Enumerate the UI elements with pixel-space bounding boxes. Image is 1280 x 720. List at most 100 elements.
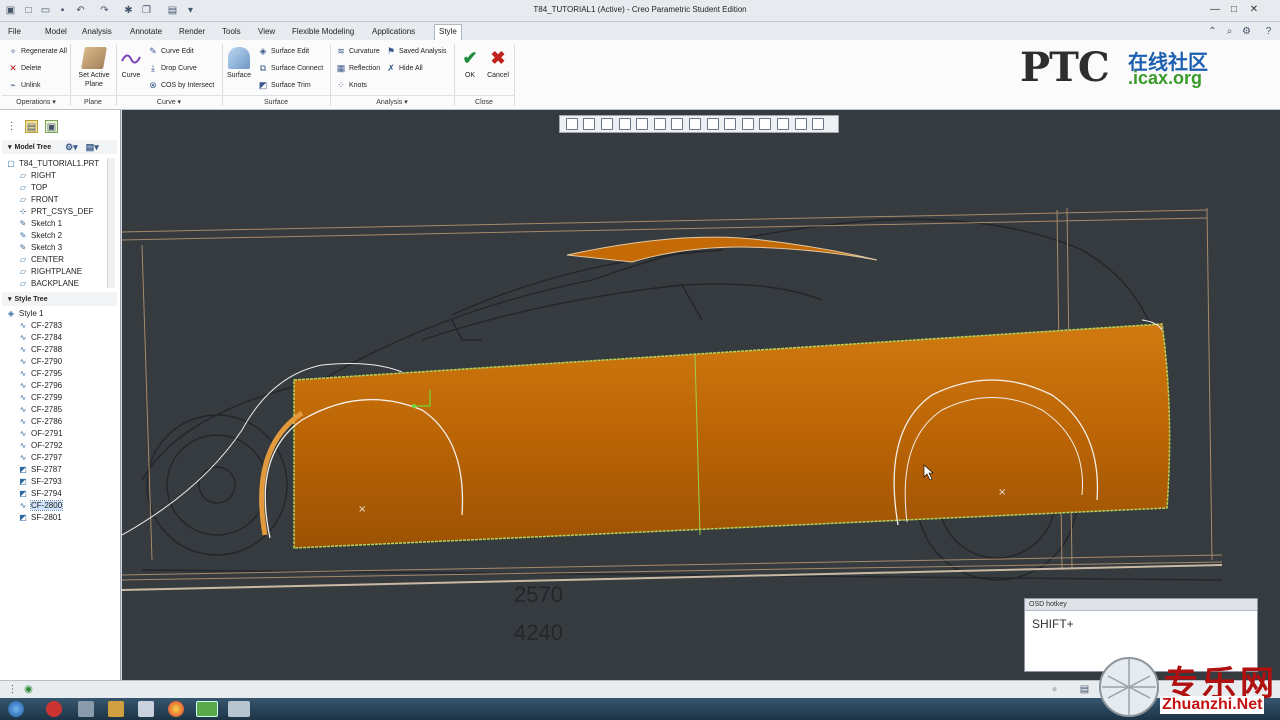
tree-item-sketch[interactable]: ✎ Sketch 2 <box>18 230 63 241</box>
display-style-icon[interactable] <box>636 118 649 130</box>
dropdown-icon[interactable]: ⌃ <box>1206 25 1219 38</box>
curve-button[interactable]: Curve <box>117 47 145 80</box>
roof-surface[interactable] <box>566 236 878 263</box>
tab-style[interactable]: Style <box>434 24 462 40</box>
annotation-display-icon[interactable] <box>724 118 737 130</box>
chrome-icon[interactable] <box>168 701 184 717</box>
reflection-button[interactable]: ▦ Reflection <box>336 63 380 73</box>
tree-item-style-root[interactable]: ◈ Style 1 <box>6 308 44 319</box>
datum-display-icon[interactable] <box>706 118 719 130</box>
saved-views-icon[interactable] <box>653 118 666 130</box>
surface-button[interactable]: Surface <box>224 47 254 80</box>
tab-flexible-modeling[interactable]: Flexible Modeling <box>288 25 358 38</box>
tree-item-datum-plane[interactable]: ▱ RIGHTPLANE <box>18 266 82 277</box>
help-icon[interactable]: ? <box>1262 25 1275 38</box>
plane-display-icon[interactable] <box>794 118 807 130</box>
tree-item-csys[interactable]: ⊹ PRT_CSYS_DEF <box>18 206 94 217</box>
point-display-icon[interactable] <box>759 118 772 130</box>
tree-item-datum-plane[interactable]: ▱ BACKPLANE <box>18 278 79 289</box>
zoom-out-icon[interactable] <box>600 118 613 130</box>
close-button[interactable]: ✕ <box>1246 3 1262 17</box>
folder-browser-icon[interactable]: ▤ <box>25 120 38 133</box>
group-operations[interactable]: Operations ▾ <box>2 95 70 109</box>
surface-connect-button[interactable]: ⧉ Surface Connect <box>258 63 323 73</box>
model-tree-scrollbar[interactable] <box>107 158 115 288</box>
spin-center-icon[interactable] <box>741 118 754 130</box>
tab-analysis[interactable]: Analysis <box>78 25 116 38</box>
delete-button[interactable]: ✕ Delete <box>8 63 41 73</box>
model-canvas[interactable]: × × <box>122 110 1280 680</box>
style-tree-header[interactable]: ▾ Style Tree <box>2 292 117 306</box>
ok-button[interactable]: ✔ OK <box>458 47 482 80</box>
set-active-plane-button[interactable]: Set Active Plane <box>76 47 112 89</box>
tree-item-curve[interactable]: ∿ CF-2786 <box>18 416 62 427</box>
graphics-area[interactable]: × × 2570 4240 OSD hotkey SHIFT+ <box>122 110 1280 680</box>
drop-curve-button[interactable]: ⤓ Drop Curve <box>148 63 197 73</box>
tab-view[interactable]: View <box>254 25 279 38</box>
tree-item-datum-plane[interactable]: ▱ CENTER <box>18 254 64 265</box>
cos-by-intersect-button[interactable]: ⊗ COS by Intersect <box>148 80 214 90</box>
tree-item-surface[interactable]: ◩ SF-2794 <box>18 488 61 499</box>
tree-item-datum-plane[interactable]: ▱ FRONT <box>18 194 59 205</box>
tree-item-surface[interactable]: ◩ SF-2793 <box>18 476 61 487</box>
tree-item-curve[interactable]: ∿ CF-2796 <box>18 380 62 391</box>
taskbar-app-icon[interactable] <box>78 701 94 717</box>
saved-analysis-button[interactable]: ⚑ Saved Analysis <box>386 46 447 56</box>
browser-toggle-icon[interactable]: ◉ <box>22 683 35 696</box>
maximize-button[interactable]: □ <box>1226 3 1242 17</box>
side-surface[interactable] <box>293 323 1171 549</box>
hide-all-button[interactable]: ✗ Hide All <box>386 63 423 73</box>
tree-item-curve[interactable]: ∿ CF-2799 <box>18 392 62 403</box>
tree-item-curve-selected[interactable]: ∿ CF-2800 <box>18 500 64 511</box>
taskbar-app-icon[interactable] <box>138 701 154 717</box>
tree-item-offset-curve[interactable]: ∿ OF-2791 <box>18 428 63 439</box>
tree-item-datum-plane[interactable]: ▱ RIGHT <box>18 170 56 181</box>
tree-item-curve[interactable]: ∿ CF-2795 <box>18 368 62 379</box>
creo-taskbar-icon[interactable] <box>196 701 218 717</box>
group-curve[interactable]: Curve ▾ <box>116 95 222 109</box>
tree-item-offset-curve[interactable]: ∿ OF-2792 <box>18 440 63 451</box>
zoom-in-icon[interactable] <box>583 118 596 130</box>
refit-icon[interactable] <box>565 118 578 130</box>
start-button[interactable] <box>8 701 24 717</box>
tree-item-curve[interactable]: ∿ CF-2797 <box>18 452 62 463</box>
group-analysis[interactable]: Analysis ▾ <box>330 95 454 109</box>
taskbar-app-icon[interactable] <box>108 701 124 717</box>
selection-filter-icon[interactable]: ▤ <box>1078 683 1091 696</box>
taskbar-app-icon[interactable] <box>228 701 250 717</box>
tree-item-sketch[interactable]: ✎ Sketch 1 <box>18 218 63 229</box>
search-icon[interactable]: ⌕ <box>1223 25 1236 38</box>
tab-model[interactable]: Model <box>41 25 71 38</box>
taskbar-app-icon[interactable] <box>46 701 62 717</box>
section-view-icon[interactable] <box>671 118 684 130</box>
navigator-toggle-icon[interactable]: ⋮ <box>6 683 19 696</box>
tree-item-curve[interactable]: ∿ CF-2785 <box>18 404 62 415</box>
repaint-icon[interactable] <box>618 118 631 130</box>
surface-trim-button[interactable]: ◩ Surface Trim <box>258 80 311 90</box>
curve-edit-button[interactable]: ✎ Curve Edit <box>148 46 193 56</box>
tree-filter-icon[interactable]: ▤▾ <box>86 142 99 153</box>
regenerate-all-button[interactable]: ⚬ Regenerate All <box>8 46 67 56</box>
model-tree-header[interactable]: ▾ Model Tree ⚙▾ ▤▾ <box>2 140 117 154</box>
tree-item-curve[interactable]: ∿ CF-2790 <box>18 356 62 367</box>
unlink-button[interactable]: ⌁ Unlink <box>8 80 40 90</box>
cancel-button[interactable]: ✖ Cancel <box>484 47 512 80</box>
minimize-button[interactable]: — <box>1207 3 1223 17</box>
tree-item-surface[interactable]: ◩ SF-2787 <box>18 464 61 475</box>
tree-settings-icon[interactable]: ⚙▾ <box>65 142 78 153</box>
tab-render[interactable]: Render <box>175 25 209 38</box>
tree-item-curve[interactable]: ∿ CF-2788 <box>18 344 62 355</box>
csys-display-icon[interactable] <box>776 118 789 130</box>
tree-item-part[interactable]: ▢ T84_TUTORIAL1.PRT <box>6 158 99 169</box>
tab-file[interactable]: File <box>4 25 25 38</box>
surface-edit-button[interactable]: ◈ Surface Edit <box>258 46 310 56</box>
tree-item-datum-plane[interactable]: ▱ TOP <box>18 182 47 193</box>
tree-item-curve[interactable]: ∿ CF-2784 <box>18 332 62 343</box>
tree-item-curve[interactable]: ∿ CF-2783 <box>18 320 62 331</box>
tab-applications[interactable]: Applications <box>368 25 419 38</box>
favorites-icon[interactable]: ▣ <box>45 120 58 133</box>
curvature-button[interactable]: ≋ Curvature <box>336 46 380 56</box>
settings-icon[interactable]: ⚙ <box>1240 25 1253 38</box>
model-tree-tab-icon[interactable]: ⋮ <box>5 120 18 133</box>
tree-item-sketch[interactable]: ✎ Sketch 3 <box>18 242 63 253</box>
